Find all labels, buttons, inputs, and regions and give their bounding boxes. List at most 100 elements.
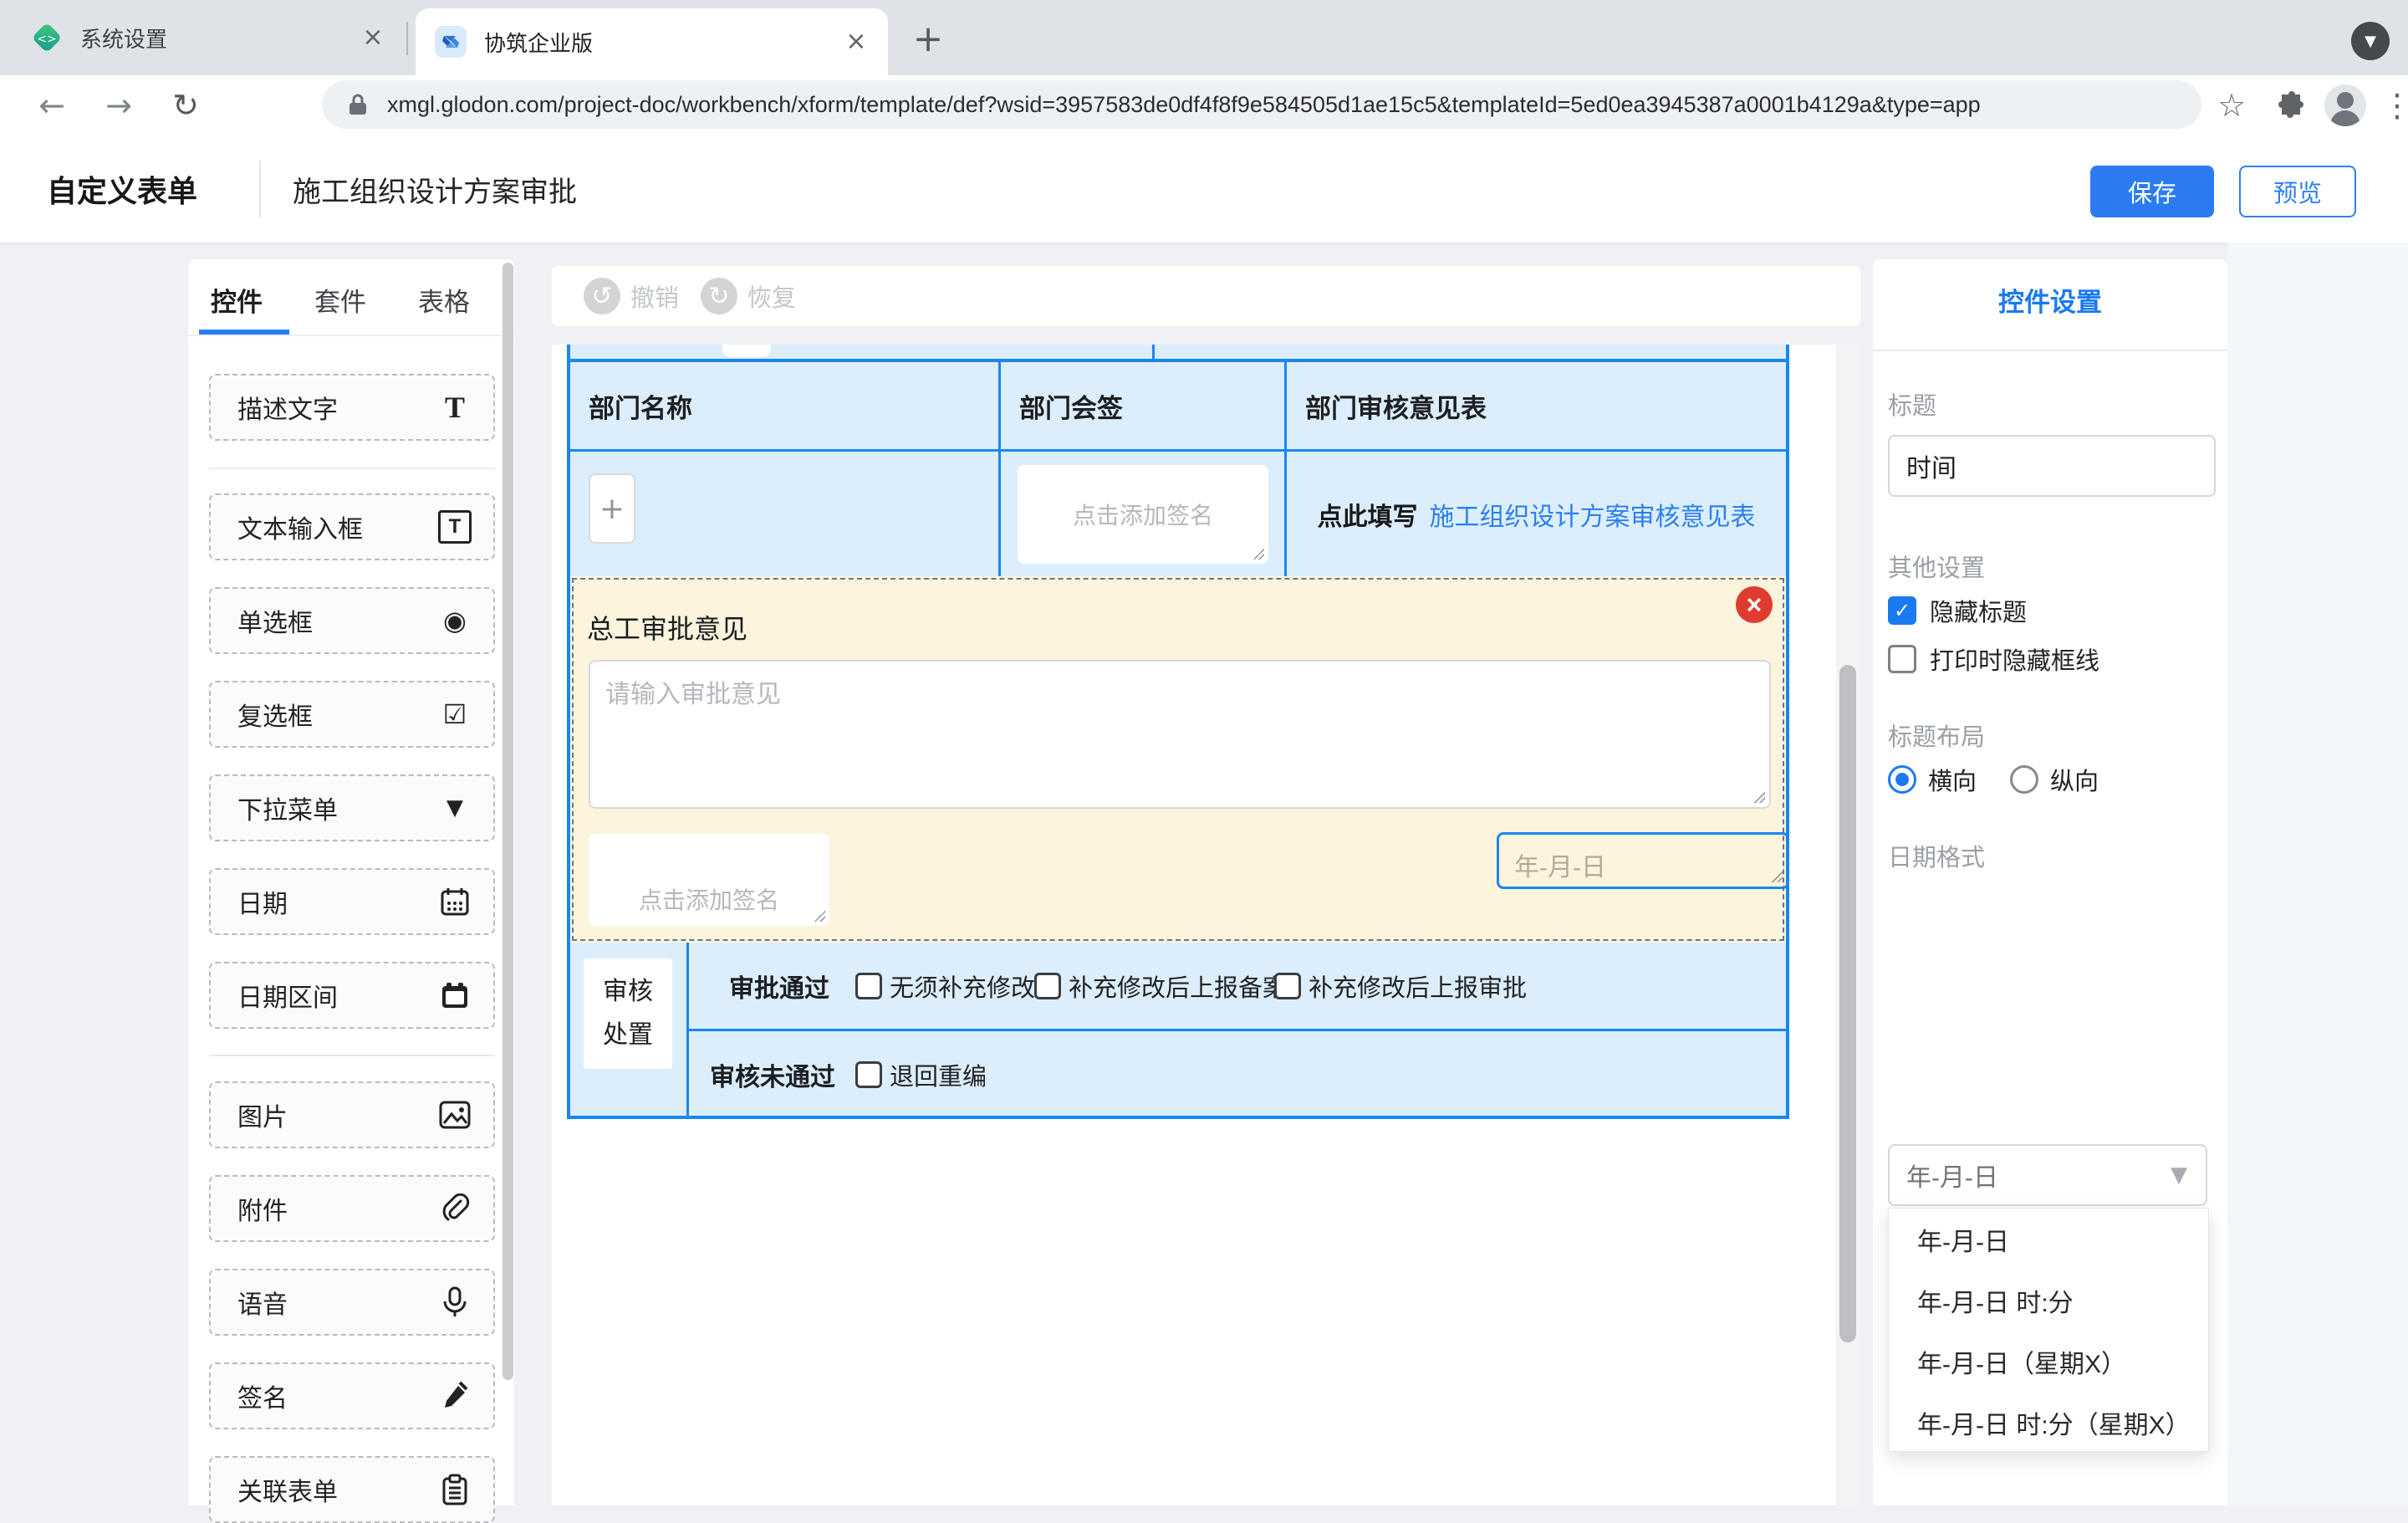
browser-menu-dots-icon[interactable]: ⋮ <box>2376 82 2408 129</box>
tab-xiezhu-enterprise[interactable]: 协筑企业版 × <box>416 8 888 75</box>
control-item-text-input[interactable]: 文本输入框 T <box>209 493 495 560</box>
add-button[interactable]: + <box>589 473 635 544</box>
header-cell-department-name[interactable]: 部门名称 <box>570 362 998 449</box>
forward-icon[interactable]: → <box>97 84 140 127</box>
textarea-placeholder: 请输入审批意见 <box>605 673 781 710</box>
tab-system-settings[interactable]: <> 系统设置 × <box>12 12 405 64</box>
dropdown-option[interactable]: 年-月-日（星期X） <box>1889 1331 2208 1392</box>
sidebar-scrollbar[interactable] <box>503 263 513 1380</box>
signature-pad[interactable]: 点击添加签名 <box>589 834 829 926</box>
other-settings-label: 其他设置 <box>1888 549 1985 584</box>
control-label: 图片 <box>237 1096 438 1133</box>
new-tab-button[interactable]: + <box>908 18 948 59</box>
signature-pad[interactable]: 点击添加签名 <box>1018 465 1268 564</box>
address-bar[interactable]: xmgl.glodon.com/project-doc/workbench/xf… <box>322 80 2201 129</box>
redo-icon[interactable]: ↻ <box>701 278 737 314</box>
checkbox-icon: ☑ <box>438 698 472 731</box>
row-drag-handle[interactable] <box>722 345 771 357</box>
text-input-icon: T <box>438 510 472 544</box>
control-item-description-text[interactable]: 描述文字 T <box>209 374 495 441</box>
resize-handle-icon[interactable] <box>1770 870 1783 882</box>
control-item-image[interactable]: 图片 <box>209 1081 495 1148</box>
cell-review-opinion: 点此填写 施工组织设计方案审核意见表 <box>1284 452 1786 576</box>
review-opinion-table-link[interactable]: 施工组织设计方案审核意见表 <box>1430 496 1756 533</box>
browser-toolbar: ← → ↻ xmgl.glodon.com/project-doc/workbe… <box>0 75 2408 137</box>
image-icon <box>438 1098 472 1132</box>
pass-label: 审批通过 <box>729 943 829 1029</box>
undo-button[interactable]: 撤销 <box>630 266 679 326</box>
svg-text:<>: <> <box>37 33 56 46</box>
delete-section-icon[interactable]: × <box>1736 586 1773 623</box>
control-item-voice[interactable]: 语音 <box>209 1269 495 1336</box>
resize-handle-icon[interactable] <box>1252 547 1264 560</box>
control-item-dropdown[interactable]: 下拉菜单 ▼ <box>209 774 495 841</box>
browser-avatar[interactable] <box>2324 84 2366 126</box>
chevron-down-icon: ▼ <box>2171 1163 2187 1188</box>
resize-handle-icon[interactable] <box>813 909 825 922</box>
reload-icon[interactable]: ↻ <box>164 84 207 127</box>
control-label: 语音 <box>237 1284 438 1321</box>
dropdown-option[interactable]: 年-月-日 <box>1889 1209 2208 1270</box>
panel-title: 控件设置 <box>1873 281 2227 319</box>
background-strip <box>2227 243 2408 1505</box>
checkbox-return-rewrite[interactable] <box>855 1061 882 1088</box>
control-item-linked-form[interactable]: 关联表单 <box>209 1456 495 1523</box>
extensions-puzzle-icon[interactable] <box>2271 82 2313 129</box>
tab-separator <box>406 22 408 55</box>
checkbox-no-supplement[interactable] <box>855 973 882 999</box>
control-label: 下拉菜单 <box>237 790 438 826</box>
partial-row-divider <box>1152 345 1155 359</box>
signature-placeholder: 点击添加签名 <box>1073 498 1213 531</box>
layout-vertical-radio[interactable] <box>2010 765 2038 794</box>
radio-icon: ◉ <box>438 604 472 637</box>
dropdown-option[interactable]: 年-月-日 时:分（星期X） <box>1889 1392 2208 1453</box>
control-label: 描述文字 <box>237 389 438 426</box>
section-title: 总工审批意见 <box>587 608 747 647</box>
title-layout-label: 标题布局 <box>1888 718 1985 753</box>
control-item-date[interactable]: 日期 <box>209 868 495 935</box>
hide-border-checkbox[interactable] <box>1888 645 1916 673</box>
tab-tables[interactable]: 表格 <box>418 281 470 319</box>
bookmark-star-icon[interactable]: ☆ <box>2211 82 2252 129</box>
tab-kits[interactable]: 套件 <box>314 281 366 319</box>
hide-title-row: ✓ 隐藏标题 <box>1888 594 2027 627</box>
chief-engineer-approval-section[interactable]: 总工审批意见 × 请输入审批意见 点击添加签名 年-月-日 <box>567 576 1789 943</box>
tab-controls[interactable]: 控件 <box>211 281 263 319</box>
save-button[interactable]: 保存 <box>2090 166 2214 217</box>
tab-close-icon[interactable]: × <box>358 23 388 53</box>
title-field-label: 标题 <box>1888 386 1936 422</box>
title-input[interactable]: 时间 <box>1888 435 2216 497</box>
back-icon[interactable]: ← <box>30 84 74 127</box>
lock-icon <box>347 92 369 117</box>
header-cell-review-opinion-table[interactable]: 部门审核意见表 <box>1284 362 1786 449</box>
date-format-label: 日期格式 <box>1888 838 1985 873</box>
control-item-date-range[interactable]: 日期区间 <box>209 962 495 1029</box>
hide-title-checkbox[interactable]: ✓ <box>1888 596 1916 625</box>
redo-button[interactable]: 恢复 <box>747 266 796 326</box>
form-document-title: 施工组织设计方案审批 <box>293 135 577 243</box>
date-format-value: 年-月-日 <box>1906 1157 1998 1193</box>
control-item-attachment[interactable]: 附件 <box>209 1175 495 1242</box>
option-label: 补充修改后上报备案 <box>1069 943 1287 1029</box>
approval-comment-textarea[interactable]: 请输入审批意见 <box>589 660 1771 809</box>
fail-label: 审核未通过 <box>710 1031 835 1117</box>
browser-profile-button[interactable]: ▼ <box>2351 22 2390 60</box>
checkbox-supplement-record[interactable] <box>1034 973 1061 999</box>
cell-department-name: + <box>570 452 998 576</box>
checkbox-supplement-approval[interactable] <box>1274 973 1301 999</box>
control-item-signature[interactable]: 签名 <box>209 1362 495 1429</box>
header-cell-department-countersign[interactable]: 部门会签 <box>998 362 1284 449</box>
app-header: 自定义表单 施工组织设计方案审批 保存 预览 <box>0 135 2408 243</box>
date-field-selected[interactable]: 年-月-日 <box>1497 832 1789 889</box>
tab-close-icon[interactable]: × <box>841 27 871 57</box>
preview-button[interactable]: 预览 <box>2239 166 2356 217</box>
dropdown-option[interactable]: 年-月-日 时:分 <box>1889 1270 2208 1331</box>
layout-horizontal-radio[interactable] <box>1888 765 1916 794</box>
undo-icon[interactable]: ↺ <box>584 278 620 314</box>
control-item-radio[interactable]: 单选框 ◉ <box>209 587 495 654</box>
resize-handle-icon[interactable] <box>1752 790 1765 803</box>
canvas-scrollbar[interactable] <box>1839 665 1856 1342</box>
date-format-select[interactable]: 年-月-日 ▼ <box>1888 1144 2207 1206</box>
control-item-checkbox[interactable]: 复选框 ☑ <box>209 681 495 748</box>
hide-title-label: 隐藏标题 <box>1930 593 2027 628</box>
